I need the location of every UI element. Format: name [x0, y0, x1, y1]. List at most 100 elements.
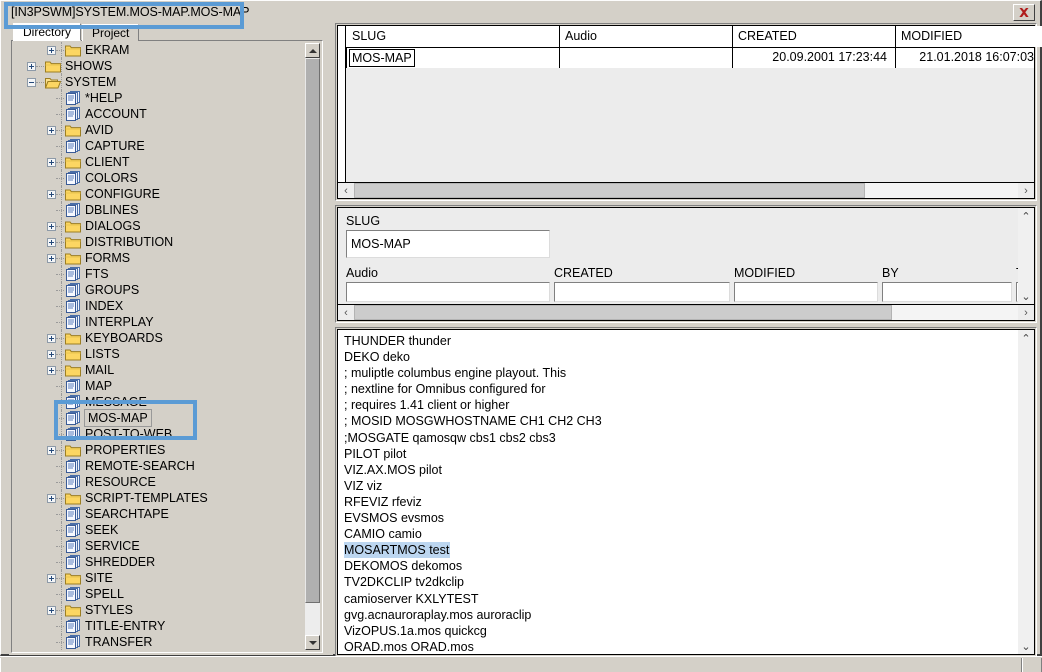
expand-icon[interactable] [47, 350, 56, 359]
expand-icon[interactable] [47, 46, 56, 55]
detail-scroll-down-button[interactable]: ⌄ [1018, 288, 1034, 304]
scroll-up-button[interactable] [305, 43, 320, 58]
scroll-down-button[interactable] [305, 635, 320, 650]
editor-line[interactable]: camioserver KXLYTEST [344, 591, 1014, 607]
expand-icon[interactable] [47, 494, 56, 503]
grid-scroll-right-button[interactable]: › [1018, 183, 1034, 198]
expand-icon[interactable] [47, 446, 56, 455]
expand-icon[interactable] [47, 254, 56, 263]
expand-icon[interactable] [47, 574, 56, 583]
tree-item-forms[interactable]: FORMS [13, 250, 306, 266]
detail-horizontal-scrollbar[interactable]: ‹ › [338, 304, 1034, 320]
editor-line[interactable]: EVSMOS evsmos [344, 510, 1014, 526]
tree-item-colors[interactable]: COLORS [13, 170, 306, 186]
close-button[interactable] [1013, 4, 1035, 21]
mos-map-editor[interactable]: THUNDER thunderDEKO deko; muliptle colum… [337, 329, 1035, 655]
editor-scroll-up-button[interactable]: ⌃ [1018, 330, 1034, 346]
scroll-thumb[interactable] [305, 58, 320, 603]
grid-cell-created[interactable]: 20.09.2001 17:23:44 [733, 48, 896, 68]
expand-icon[interactable] [47, 366, 56, 375]
tree-item-styles[interactable]: STYLES [13, 602, 306, 618]
field-slug[interactable]: MOS-MAP [346, 230, 550, 258]
expand-icon[interactable] [47, 190, 56, 199]
tree-item-system[interactable]: SYSTEM [13, 74, 306, 90]
grid-scroll-left-button[interactable]: ‹ [338, 183, 354, 198]
tree-item-script-templates[interactable]: SCRIPT-TEMPLATES [13, 490, 306, 506]
field-modified[interactable] [734, 282, 878, 302]
tree-item-resource[interactable]: RESOURCE [13, 474, 306, 490]
tree-item-spell[interactable]: SPELL [13, 586, 306, 602]
grid-cell-audio[interactable] [560, 48, 733, 68]
editor-vertical-scrollbar[interactable]: ⌃ ⌄ [1018, 330, 1034, 654]
detail-scroll-left-button[interactable]: ‹ [338, 305, 354, 320]
editor-line[interactable]: ; MOSID MOSGWHOSTNAME CH1 CH2 CH3 [344, 413, 1014, 429]
grid-scroll-track[interactable] [354, 183, 1018, 198]
expand-icon[interactable] [47, 158, 56, 167]
tree-item-mail[interactable]: MAIL [13, 362, 306, 378]
field-audio[interactable] [346, 282, 550, 302]
scroll-track[interactable] [305, 58, 320, 635]
tree-item-help[interactable]: *HELP [13, 90, 306, 106]
tree-item-keyboards[interactable]: KEYBOARDS [13, 330, 306, 346]
grid-scroll-thumb[interactable] [354, 183, 865, 198]
editor-line[interactable]: ;MOSGATE qamosqw cbs1 cbs2 cbs3 [344, 430, 1014, 446]
grid-header-created[interactable]: CREATED [733, 26, 896, 47]
detail-vertical-scrollbar[interactable]: ⌃ ⌄ [1018, 208, 1034, 304]
expand-icon[interactable] [47, 126, 56, 135]
detail-scroll-thumb[interactable] [354, 305, 892, 320]
editor-line[interactable]: PILOT pilot [344, 446, 1014, 462]
tree-item-index[interactable]: INDEX [13, 298, 306, 314]
editor-line[interactable]: ; requires 1.41 client or higher [344, 397, 1014, 413]
tree-item-mos-map[interactable]: MOS-MAP [13, 410, 306, 426]
detail-scroll-right-button[interactable]: › [1018, 305, 1034, 320]
tab-directory[interactable]: Directory [13, 23, 81, 41]
tree-item-seek[interactable]: SEEK [13, 522, 306, 538]
grid-cell-modified[interactable]: 21.01.2018 16:07:03 [896, 48, 1042, 68]
tree-item-groups[interactable]: GROUPS [13, 282, 306, 298]
tree-item-distribution[interactable]: DISTRIBUTION [13, 234, 306, 250]
tree-item-site[interactable]: SITE [13, 570, 306, 586]
editor-line[interactable]: VizOPUS.1a.mos quickcg [344, 623, 1014, 639]
grid-cell-slug[interactable]: MOS-MAP [347, 48, 560, 68]
tree-item-map[interactable]: MAP [13, 378, 306, 394]
editor-line[interactable]: gvg.acnauroraplay.mos auroraclip [344, 607, 1014, 623]
grid-horizontal-scrollbar[interactable]: ‹ › [338, 182, 1034, 198]
tree-item-message[interactable]: MESSAGE [13, 394, 306, 410]
tree-item-account[interactable]: ACCOUNT [13, 106, 306, 122]
editor-line[interactable]: VIZ.AX.MOS pilot [344, 462, 1014, 478]
editor-line[interactable]: ORAD.mos ORAD.mos [344, 639, 1014, 655]
field-by[interactable] [882, 282, 1012, 302]
editor-line[interactable]: VIZ viz [344, 478, 1014, 494]
expand-icon[interactable] [47, 222, 56, 231]
tree-item-avid[interactable]: AVID [13, 122, 306, 138]
tree-item-title-entry[interactable]: TITLE-ENTRY [13, 618, 306, 634]
tree-vertical-scrollbar[interactable] [305, 43, 320, 650]
tree-item-interplay[interactable]: INTERPLAY [13, 314, 306, 330]
grid-header-audio[interactable]: Audio [560, 26, 733, 47]
editor-line[interactable]: ; nextline for Omnibus configured for [344, 381, 1014, 397]
tree-item-fts[interactable]: FTS [13, 266, 306, 282]
tab-project[interactable]: Project [82, 24, 139, 41]
expand-icon[interactable] [27, 62, 36, 71]
editor-line[interactable]: DEKOMOS dekomos [344, 558, 1014, 574]
tree-item-post-to-web[interactable]: POST-TO-WEB [13, 426, 306, 442]
editor-line[interactable]: MOSARTMOS test [344, 542, 1014, 558]
editor-line[interactable]: RFEVIZ rfeviz [344, 494, 1014, 510]
tree-item-lists[interactable]: LISTS [13, 346, 306, 362]
taskbar-tray[interactable] [1022, 658, 1042, 672]
taskbar-main-area[interactable] [0, 658, 1022, 672]
detail-scroll-track[interactable] [354, 305, 1018, 320]
tree-item-dialogs[interactable]: DIALOGS [13, 218, 306, 234]
tree-item-shows[interactable]: SHOWS [13, 58, 306, 74]
detail-scroll-up-button[interactable]: ⌃ [1018, 208, 1034, 224]
editor-scroll-down-button[interactable]: ⌄ [1018, 638, 1034, 654]
editor-line[interactable]: CAMIO camio [344, 526, 1014, 542]
editor-line[interactable]: THUNDER thunder [344, 333, 1014, 349]
tree-item-capture[interactable]: CAPTURE [13, 138, 306, 154]
editor-line[interactable]: DEKO deko [344, 349, 1014, 365]
tree-item-properties[interactable]: PROPERTIES [13, 442, 306, 458]
tree-item-service[interactable]: SERVICE [13, 538, 306, 554]
tree-item-searchtape[interactable]: SEARCHTAPE [13, 506, 306, 522]
tree-item-ekram[interactable]: EKRAM [13, 42, 306, 58]
tree-item-dblines[interactable]: DBLINES [13, 202, 306, 218]
